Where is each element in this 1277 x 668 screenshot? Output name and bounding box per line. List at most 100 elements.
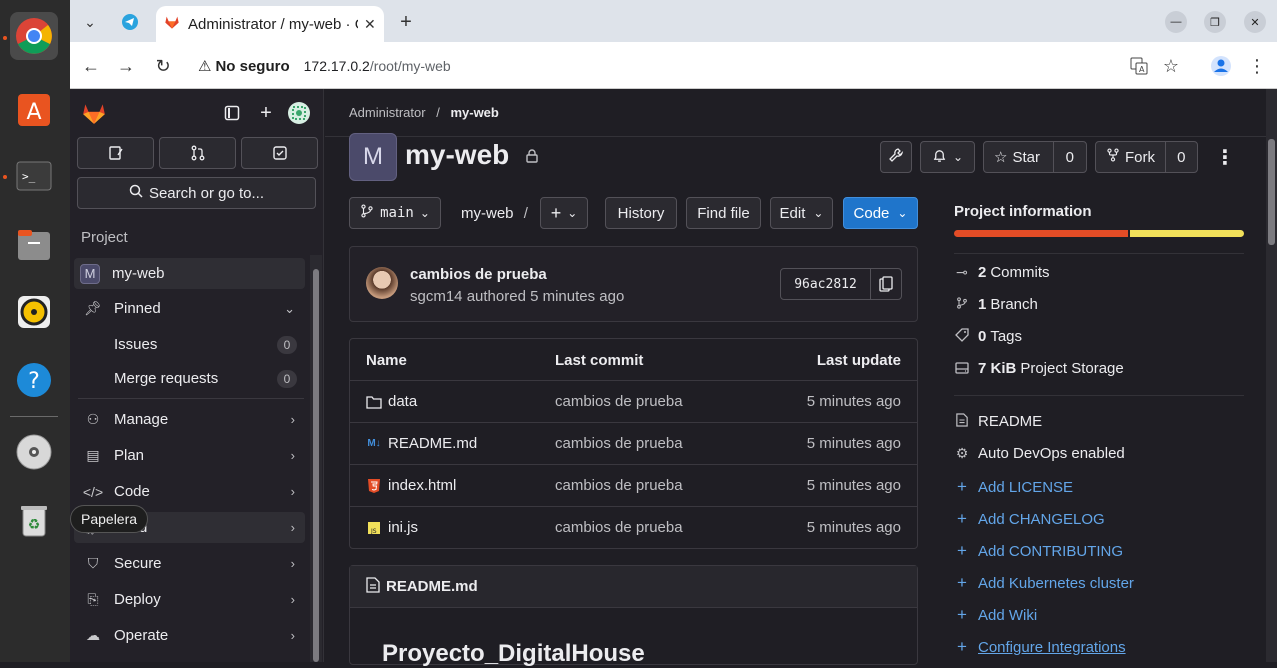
sidebar-item-operate[interactable]: ☁ Operate ›: [74, 620, 305, 651]
url-text[interactable]: 172.17.0.2/root/my-web: [304, 58, 451, 74]
merge-requests-shortcut-icon[interactable]: [159, 137, 236, 169]
profile-icon[interactable]: [1208, 53, 1234, 79]
file-name[interactable]: data: [388, 393, 417, 410]
branch-stat[interactable]: 1 Branch: [954, 296, 1038, 313]
sidebar-item-issues[interactable]: Issues 0: [74, 329, 305, 360]
sidebar-toggle-icon[interactable]: [220, 101, 244, 125]
bookmark-star-icon[interactable]: ☆: [1158, 53, 1184, 79]
chrome-icon[interactable]: [10, 12, 58, 60]
table-row[interactable]: index.html cambios de prueba 5 minutes a…: [350, 465, 917, 507]
more-actions-icon[interactable]: ⋮: [1215, 145, 1235, 170]
forward-icon[interactable]: →: [113, 53, 139, 79]
commit-sha[interactable]: 96ac2812: [781, 269, 871, 299]
file-name[interactable]: ini.js: [388, 519, 418, 536]
app-store-icon[interactable]: A: [10, 84, 58, 132]
close-window-icon[interactable]: ✕: [1244, 11, 1266, 33]
reload-icon[interactable]: ↻: [150, 53, 176, 79]
sidebar-item-pinned[interactable]: 📌︎ Pinned ⌄: [74, 293, 305, 324]
file-last-commit[interactable]: cambios de prueba: [555, 519, 683, 536]
add-contributing-link[interactable]: + Add CONTRIBUTING: [954, 541, 1123, 561]
storage-stat[interactable]: 7 KiB Project Storage: [954, 360, 1124, 377]
readme-link[interactable]: README: [954, 413, 1042, 430]
cd-icon[interactable]: [10, 428, 58, 476]
sidebar-divider: [78, 398, 304, 399]
rhythmbox-icon[interactable]: [10, 288, 58, 336]
sidebar-item-secure[interactable]: ⛉ Secure ›: [74, 548, 305, 579]
table-row[interactable]: data cambios de prueba 5 minutes ago: [350, 381, 917, 423]
add-kubernetes-link[interactable]: + Add Kubernetes cluster: [954, 573, 1134, 593]
repo-path-name[interactable]: my-web: [461, 205, 514, 222]
avatar[interactable]: [366, 267, 398, 299]
file-last-commit[interactable]: cambios de prueba: [555, 477, 683, 494]
file-name[interactable]: README.md: [388, 435, 477, 452]
help-icon[interactable]: ?: [10, 356, 58, 404]
page-scrollbar-thumb[interactable]: [1268, 139, 1275, 245]
sidebar-item-deploy[interactable]: ⎘ Deploy ›: [74, 584, 305, 615]
commits-stat[interactable]: ⊸ 2 Commits: [954, 264, 1049, 281]
folder-icon: [366, 395, 382, 409]
autodevops-link[interactable]: ⚙ Auto DevOps enabled: [954, 445, 1125, 462]
omnibox[interactable]: ⚠ No seguro 172.17.0.2/root/my-web: [188, 48, 1188, 84]
active-tab[interactable]: Administrator / my-web · GitLab ✕: [156, 6, 384, 42]
breadcrumb-current[interactable]: my-web: [450, 105, 498, 120]
configure-integrations-link[interactable]: + Configure Integrations: [954, 637, 1126, 657]
svg-text:>_: >_: [22, 170, 36, 183]
minimize-icon[interactable]: —: [1165, 11, 1187, 33]
commit-title[interactable]: cambios de prueba: [410, 266, 547, 283]
file-name[interactable]: index.html: [388, 477, 456, 494]
tags-stat[interactable]: 0 Tags: [954, 328, 1022, 345]
todos-shortcut-icon[interactable]: [241, 137, 318, 169]
telegram-tab-icon[interactable]: [116, 8, 144, 36]
sidebar-item-manage[interactable]: ⚇ Manage ›: [74, 404, 305, 435]
gitlab-logo-icon[interactable]: [80, 99, 108, 127]
breadcrumb-parent[interactable]: Administrator: [349, 105, 426, 120]
branch-selector[interactable]: main ⌄: [349, 197, 441, 229]
user-avatar[interactable]: [287, 101, 311, 125]
new-tab-icon[interactable]: +: [392, 8, 420, 36]
add-changelog-link[interactable]: + Add CHANGELOG: [954, 509, 1105, 529]
sidebar-item-plan[interactable]: ▤ Plan ›: [74, 440, 305, 471]
star-button[interactable]: ☆ Star 0: [983, 141, 1087, 173]
file-last-commit[interactable]: cambios de prueba: [555, 435, 683, 452]
add-changelog-label: Add CHANGELOG: [978, 510, 1105, 528]
tab-search-icon[interactable]: ⌄: [76, 8, 104, 36]
back-icon[interactable]: ←: [78, 53, 104, 79]
translate-icon[interactable]: A: [1126, 53, 1152, 79]
notifications-button[interactable]: ⌄: [920, 141, 975, 173]
create-new-icon[interactable]: +: [254, 101, 278, 125]
sidebar-item-merge-requests[interactable]: Merge requests 0: [74, 363, 305, 394]
table-row[interactable]: M↓ README.md cambios de prueba 5 minutes …: [350, 423, 917, 465]
close-tab-icon[interactable]: ✕: [364, 16, 376, 33]
code-dropdown-button[interactable]: Code ⌄: [843, 197, 918, 229]
search-button[interactable]: Search or go to...: [77, 177, 316, 209]
copy-icon[interactable]: [871, 269, 901, 299]
html5-icon: [366, 478, 382, 493]
files-icon[interactable]: [10, 220, 58, 268]
trash-icon[interactable]: ♻: [10, 496, 58, 544]
readme-filename[interactable]: README.md: [386, 578, 478, 595]
plus-icon: +: [957, 509, 967, 528]
terminal-icon[interactable]: >_: [10, 152, 58, 200]
sidebar-item-project[interactable]: M my-web: [74, 258, 305, 289]
file-last-commit[interactable]: cambios de prueba: [555, 393, 683, 410]
sidebar-scrollbar-thumb[interactable]: [313, 269, 319, 662]
issues-shortcut-icon[interactable]: [77, 137, 154, 169]
add-to-tree-button[interactable]: + ⌄: [540, 197, 588, 229]
edit-dropdown-button[interactable]: Edit ⌄: [770, 197, 833, 229]
settings-button[interactable]: [880, 141, 912, 173]
history-button[interactable]: History: [605, 197, 677, 229]
table-row[interactable]: JS ini.js cambios de prueba 5 minutes ago: [350, 507, 917, 549]
security-chip[interactable]: ⚠ No seguro: [198, 57, 290, 76]
sidebar-item-code[interactable]: </> Code ›: [74, 476, 305, 507]
language-bar[interactable]: [954, 230, 1244, 237]
browser-menu-icon[interactable]: ⋮: [1244, 53, 1270, 79]
url-host: 172.17.0.2: [303, 58, 370, 74]
maximize-icon[interactable]: ❐: [1204, 11, 1226, 33]
fork-button[interactable]: Fork 0: [1095, 141, 1198, 173]
gitlab-favicon-icon: [164, 14, 180, 35]
add-wiki-link[interactable]: + Add Wiki: [954, 605, 1037, 625]
add-license-link[interactable]: + Add LICENSE: [954, 477, 1073, 497]
sidebar-item-label: Code: [114, 483, 150, 500]
wrench-icon: [888, 147, 904, 167]
find-file-button[interactable]: Find file: [686, 197, 761, 229]
